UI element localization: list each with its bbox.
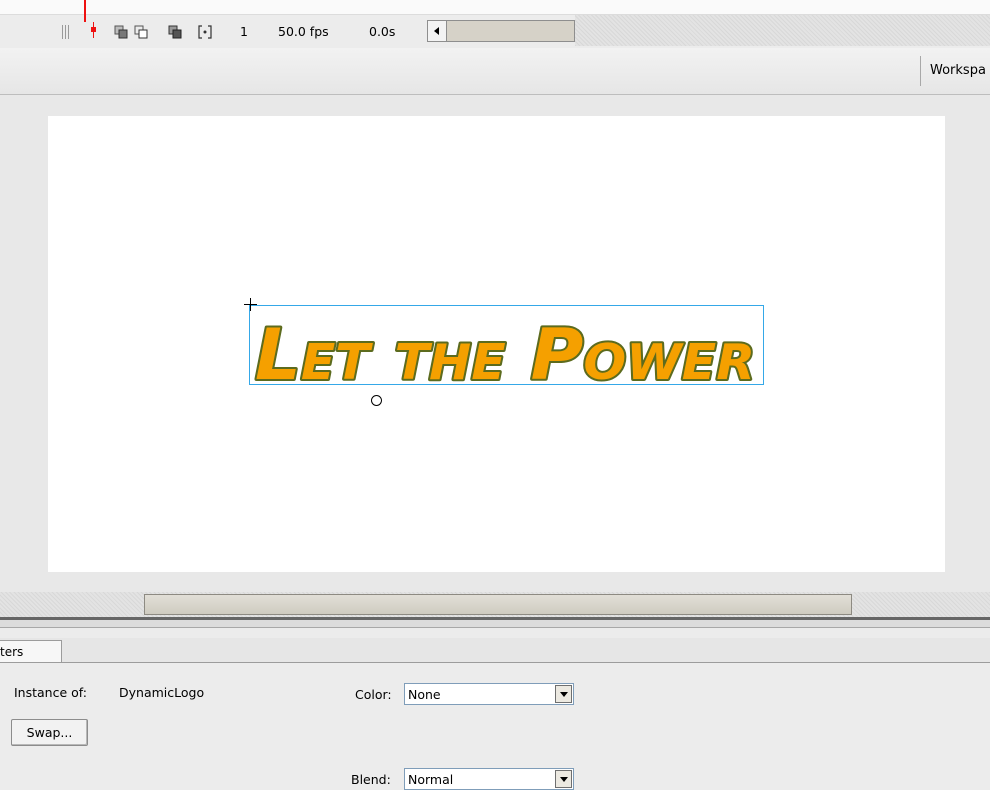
panel-tab-strip [0, 638, 990, 663]
current-frame: 1 [240, 24, 248, 39]
tab-parameters[interactable]: ters [0, 640, 62, 662]
timeline-grip-handle[interactable] [62, 25, 70, 39]
blend-select[interactable]: Normal [404, 768, 574, 790]
selection-bounding-box [249, 305, 764, 385]
chevron-down-icon[interactable] [555, 685, 572, 703]
blend-label: Blend: [351, 772, 391, 787]
onion-skin-icon[interactable] [114, 25, 128, 39]
timeline-scroll-left-button[interactable] [427, 20, 447, 42]
modify-onion-markers-icon[interactable] [198, 25, 212, 39]
onion-skin-outlines-icon[interactable] [134, 25, 148, 39]
color-label: Color: [355, 687, 392, 702]
stage-scroll-thumb[interactable] [144, 594, 852, 615]
timeline-empty-area [575, 15, 990, 46]
color-select-value: None [408, 687, 441, 702]
edit-bar-separator [920, 56, 921, 86]
instance-of-value: DynamicLogo [119, 685, 205, 700]
color-select[interactable]: None [404, 683, 574, 705]
panel-divider-grip[interactable] [0, 620, 990, 628]
chevron-down-icon[interactable] [555, 770, 572, 788]
registration-crosshair-v [250, 298, 251, 311]
blend-select-value: Normal [408, 772, 454, 787]
frame-rate[interactable]: 50.0 fps [278, 24, 329, 39]
instance-of-label: Instance of: [14, 685, 87, 700]
elapsed-time: 0.0s [369, 24, 396, 39]
timeline-top-band [0, 0, 990, 14]
edit-bar: Workspa [0, 48, 990, 95]
workspace-menu[interactable]: Workspa [930, 63, 986, 78]
playhead-marker-icon[interactable] [90, 22, 97, 38]
transformation-point-icon[interactable] [371, 395, 382, 406]
playhead-line [84, 0, 86, 22]
edit-multiple-frames-icon[interactable] [168, 25, 182, 39]
timeline-scroll-thumb[interactable] [447, 20, 575, 42]
swap-button[interactable]: Swap... [11, 719, 88, 746]
